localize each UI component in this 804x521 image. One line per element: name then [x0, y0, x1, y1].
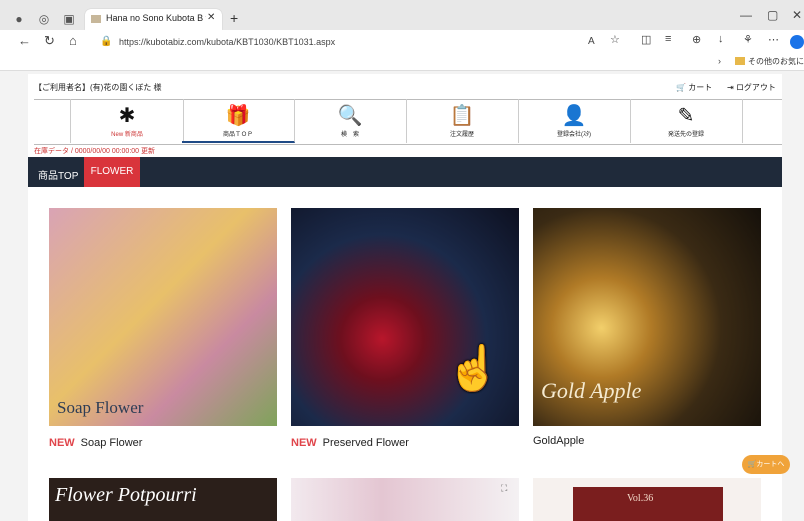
nav-new-products[interactable]: ✱ New 新商品: [70, 99, 184, 143]
product-title[interactable]: NEW Preserved Flower: [291, 437, 409, 449]
image-overlay-text: Gold Apple: [541, 378, 642, 403]
logout-icon: ⇥: [727, 83, 734, 92]
expand-icon[interactable]: ⛶: [501, 483, 507, 494]
new-tab-icon[interactable]: +: [230, 10, 238, 26]
nav-label: 登録会社(ｽﾀ): [557, 132, 591, 138]
more-menu-icon[interactable]: ⋯: [768, 33, 779, 46]
split-screen-icon[interactable]: ◫: [641, 33, 651, 46]
hand-cursor-icon: ☝: [446, 344, 501, 393]
favorites-bar: [0, 54, 804, 71]
read-aloud-icon[interactable]: A: [588, 36, 595, 47]
nav-label: New 新商品: [111, 132, 143, 138]
new-badge-icon: ✱: [118, 105, 136, 127]
copilot-icon[interactable]: [790, 35, 804, 49]
cart-icon: 🛒: [676, 83, 686, 92]
image-overlay-text: Flower Potpourri: [55, 484, 197, 506]
lock-icon: 🔒: [100, 36, 113, 47]
favorites-icon[interactable]: ≡: [665, 33, 671, 45]
scrollbar[interactable]: [796, 74, 804, 521]
person-icon: 👤: [561, 105, 587, 127]
edit-book-icon: ✎: [677, 105, 695, 127]
folder-icon: [735, 57, 745, 65]
profile-icon[interactable]: ●: [10, 10, 28, 28]
floating-cart-label: カートへ: [756, 461, 785, 468]
close-tab-icon[interactable]: ✕: [207, 12, 215, 23]
product-image-flower-potpourri[interactable]: Flower Potpourri: [49, 478, 277, 521]
extensions-icon[interactable]: ⚘: [743, 33, 753, 46]
user-name-line: 【ご利用者名】(有)花の園くぼた 様: [34, 83, 162, 92]
image-overlay-text: Vol.36: [627, 493, 654, 504]
category-bar: [28, 157, 782, 187]
tab-actions-icon[interactable]: ▣: [60, 10, 78, 28]
collections-icon[interactable]: ⊕: [692, 33, 701, 46]
product-title[interactable]: NEW Soap Flower: [49, 437, 142, 449]
product-name: Preserved Flower: [322, 437, 409, 449]
refresh-icon[interactable]: ↻: [44, 33, 55, 49]
other-favorites-link[interactable]: その他のお気に入り: [748, 56, 804, 67]
workspaces-icon[interactable]: ◎: [35, 10, 53, 28]
breadcrumb-top[interactable]: 商品TOP: [38, 167, 78, 182]
nav-search[interactable]: 🔍 検 索: [294, 99, 407, 143]
chevron-right-icon[interactable]: ›: [718, 56, 721, 66]
close-window-icon[interactable]: ✕: [792, 8, 802, 22]
cart-label: カート: [688, 83, 713, 92]
tab-title: Hana no Sono Kubota B to B On: [106, 13, 206, 23]
gift-box-icon: 🎁: [225, 105, 251, 127]
breadcrumb-current[interactable]: FLOWER: [84, 157, 140, 187]
product-name: GoldApple: [533, 435, 585, 447]
search-icon: 🔍: [337, 105, 363, 127]
new-badge: NEW: [49, 437, 75, 449]
inventory-update-line: 在庫データ / 0000/00/00 00:00:00 更新: [34, 148, 156, 155]
site-favicon-icon: [91, 15, 101, 23]
maximize-icon[interactable]: ▢: [767, 8, 778, 22]
magazine-cover: Vol.36: [573, 487, 723, 521]
nav-shipping-registration[interactable]: ✎ 発送先の登録: [630, 99, 743, 143]
cart-link[interactable]: 🛒 カート: [676, 82, 712, 93]
home-icon[interactable]: ⌂: [69, 33, 77, 48]
floating-cart-button[interactable]: 🛒カートへ: [742, 455, 790, 474]
nav-order-history[interactable]: 📋 注文履歴: [406, 99, 519, 143]
logout-label: ログアウト: [735, 83, 776, 92]
minimize-icon[interactable]: —: [740, 8, 752, 22]
product-title[interactable]: GoldApple: [533, 435, 584, 447]
nav-registered-company[interactable]: 👤 登録会社(ｽﾀ): [518, 99, 631, 143]
image-overlay-text: Soap Flower: [57, 398, 144, 417]
product-image-soap-flower[interactable]: Soap Flower: [49, 208, 277, 426]
nav-products-top[interactable]: 🎁 商品ＴＯＰ: [182, 99, 295, 143]
new-badge: NEW: [291, 437, 317, 449]
nav-label: 発送先の登録: [667, 132, 704, 138]
product-image-gold-apple[interactable]: Gold Apple: [533, 208, 761, 426]
document-search-icon: 📋: [449, 105, 475, 127]
product-image-row2-middle[interactable]: ⛶: [291, 478, 519, 521]
url-field[interactable]: https://kubotabiz.com/kubota/KBT1030/KBT…: [119, 37, 335, 47]
nav-label: 商品ＴＯＰ: [222, 132, 253, 138]
nav-label: 検 索: [340, 132, 359, 138]
product-name: Soap Flower: [80, 437, 143, 449]
product-image-row2-right[interactable]: Vol.36: [533, 478, 761, 521]
logout-link[interactable]: ⇥ ログアウト: [727, 82, 776, 93]
favorite-star-icon[interactable]: ☆: [610, 33, 620, 46]
nav-label: 注文履歴: [449, 132, 474, 138]
downloads-icon[interactable]: ↓: [718, 33, 724, 45]
back-icon[interactable]: ←: [18, 33, 31, 48]
